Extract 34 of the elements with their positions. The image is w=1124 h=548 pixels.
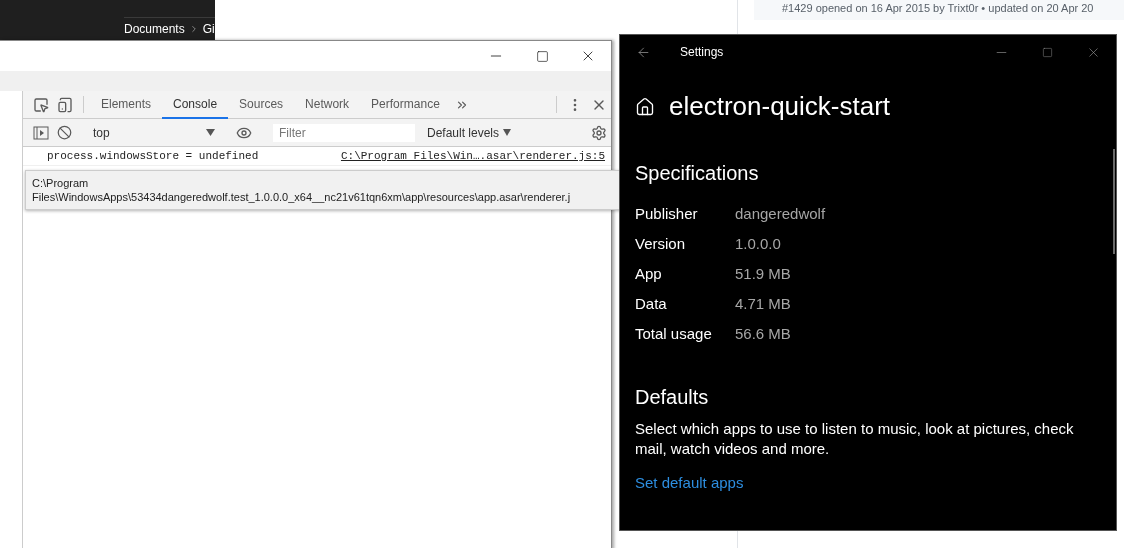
- context-select[interactable]: top: [89, 121, 219, 144]
- breadcrumb-item[interactable]: Documents: [124, 22, 185, 36]
- spec-label: Version: [635, 235, 687, 252]
- levels-dropdown[interactable]: Default levels: [419, 125, 520, 140]
- spec-label: Data: [635, 295, 668, 312]
- devtools-tab[interactable]: Elements: [90, 91, 163, 119]
- spec-value: 56.6 MB: [735, 325, 792, 342]
- section-heading: Specifications: [635, 162, 760, 185]
- breadcrumb-item[interactable]: Gi: [202, 22, 215, 36]
- spec-value: 51.9 MB: [735, 265, 792, 282]
- issue-meta: #1429 opened on 16 Apr 2015 by Trixt0r • updated on 20 Apr 20: [754, 0, 1124, 20]
- window-title: Settings: [680, 45, 725, 59]
- spec-value: 4.71 MB: [735, 295, 792, 312]
- defaults-description: Select which apps to use to listen to music, look at pictures, check mail, watch videos and more.: [635, 419, 1075, 459]
- scrollbar[interactable]: [1113, 149, 1115, 254]
- spec-label: Publisher: [635, 205, 699, 222]
- caret-icon: [503, 129, 512, 136]
- source-link[interactable]: C:\Program Files\Win….asar\renderer.js:5: [340, 150, 605, 162]
- app-name: electron-quick-start: [669, 91, 891, 122]
- devtools-tab[interactable]: Sources: [228, 91, 295, 119]
- filter-field[interactable]: Filter: [273, 123, 415, 142]
- spec-value: 1.0.0.0: [735, 235, 782, 252]
- devtools-tab[interactable]: Performance: [360, 91, 451, 119]
- back-icon[interactable]: [635, 44, 651, 60]
- default-apps-link[interactable]: Set default apps: [635, 474, 744, 491]
- spec-label: Total usage: [635, 325, 713, 342]
- devtools-tab[interactable]: Network: [294, 91, 361, 119]
- home-icon[interactable]: [635, 96, 655, 117]
- spec-value: dangeredwolf: [735, 205, 827, 222]
- caret-icon: [206, 129, 215, 136]
- section-heading: Defaults: [635, 386, 710, 409]
- spec-label: App: [635, 265, 663, 282]
- console-message: process.windowsStore = undefined: [47, 150, 259, 162]
- maximize-icon[interactable]: [535, 49, 549, 63]
